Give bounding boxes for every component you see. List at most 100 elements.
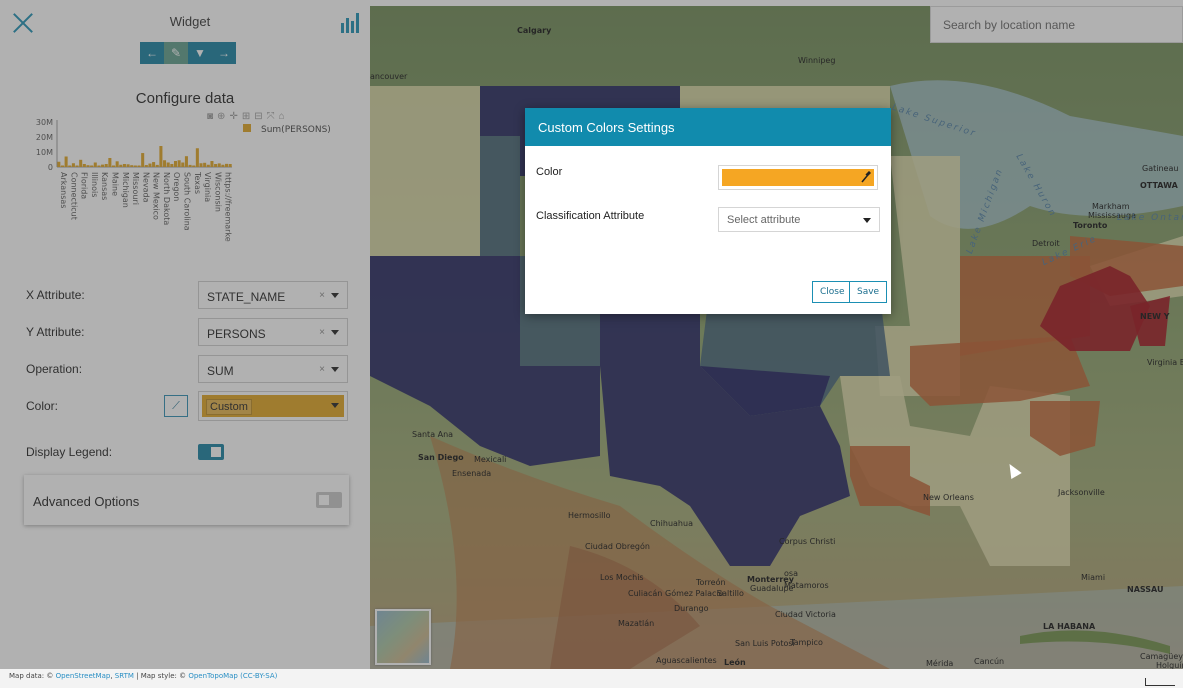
chart-bar[interactable]	[108, 158, 112, 167]
chart-bar[interactable]	[101, 164, 105, 167]
chart-bar[interactable]	[104, 164, 108, 167]
chart-bar[interactable]	[210, 161, 214, 167]
chart-bar[interactable]	[60, 165, 64, 168]
clear-icon[interactable]: ×	[319, 364, 325, 375]
chart-bar[interactable]	[115, 161, 119, 167]
location-search-input[interactable]	[931, 7, 1182, 42]
chart-bar[interactable]	[184, 156, 188, 167]
map-label-camaguey: Camagüey	[1140, 652, 1183, 661]
x-tick-label: New Mexico	[152, 172, 161, 220]
eyedropper-icon[interactable]	[861, 171, 871, 183]
chart-bar[interactable]	[90, 165, 94, 168]
map-label-chihuahua: Chihuahua	[650, 519, 693, 528]
chart-bar[interactable]	[126, 164, 130, 167]
srtm-link[interactable]: SRTM	[115, 672, 134, 680]
bar-chart: 30M 20M 10M 0 Arkansas Connecticut Florida Illi…	[36, 118, 331, 242]
chart-bar[interactable]	[93, 162, 97, 168]
map-label-san-diego: San Diego	[418, 453, 464, 462]
x-tick-label: Wisconsin	[213, 172, 222, 212]
chart-bar[interactable]	[75, 165, 79, 168]
close-button[interactable]: Close	[812, 281, 853, 303]
chart-bar[interactable]	[133, 165, 137, 168]
opentopomap-link[interactable]: OpenTopoMap	[188, 672, 238, 680]
chart-bar[interactable]	[64, 156, 68, 168]
chart-bar[interactable]	[137, 165, 141, 168]
chart-bar[interactable]	[148, 163, 152, 167]
chart-bar[interactable]	[166, 162, 170, 168]
chart-bar[interactable]	[122, 164, 126, 167]
map-view[interactable]: Calgary Winnipeg ancouver Gatineau OTTAW…	[370, 6, 1183, 669]
chart-bar[interactable]	[82, 164, 86, 167]
classification-attribute-select[interactable]: Select attribute	[718, 207, 880, 232]
chart-bar[interactable]	[119, 164, 123, 167]
bar-chart-icon[interactable]	[341, 13, 361, 33]
license-link[interactable]: (CC-BY-SA)	[238, 672, 277, 680]
map-search-box[interactable]	[930, 6, 1183, 43]
chevron-down-icon[interactable]	[331, 293, 339, 298]
map-label-gatineau: Gatineau	[1142, 164, 1179, 173]
chart-bar[interactable]	[68, 165, 72, 168]
chart-bar[interactable]	[130, 165, 134, 167]
clear-icon[interactable]: ×	[319, 290, 325, 301]
chart-bar[interactable]	[214, 164, 218, 167]
previous-step-button[interactable]: ←	[140, 42, 164, 64]
x-tick-label: https://freemarke	[224, 172, 233, 242]
color-select[interactable]: Custom	[198, 391, 348, 421]
x-tick-label: Maine	[110, 172, 119, 196]
configure-data-title: Configure data	[135, 90, 235, 107]
map-label-ciudad-victoria: Ciudad Victoria	[775, 610, 836, 619]
chevron-down-icon[interactable]	[331, 367, 339, 372]
chevron-down-icon[interactable]	[863, 218, 871, 223]
map-label-ottawa: OTTAWA	[1140, 181, 1178, 190]
chart-bar[interactable]	[195, 148, 199, 167]
chart-bar[interactable]	[97, 165, 101, 168]
color-picker[interactable]	[718, 165, 878, 190]
chart-bar[interactable]	[170, 164, 174, 167]
chart-bar[interactable]	[188, 164, 192, 167]
chart-bar[interactable]	[159, 146, 163, 167]
chart-bar[interactable]	[155, 164, 159, 167]
filter-step-button[interactable]: ▼	[188, 42, 212, 64]
osm-link[interactable]: OpenStreetMap	[56, 672, 111, 680]
chart-bar[interactable]	[177, 160, 181, 167]
chevron-down-icon[interactable]	[331, 403, 339, 408]
classification-attribute-label: Classification Attribute	[536, 210, 645, 222]
chart-bar[interactable]	[228, 164, 232, 167]
chart-bar[interactable]	[206, 164, 210, 167]
y-attribute-select[interactable]: PERSONS ×	[198, 318, 348, 346]
chart-bar[interactable]	[221, 164, 225, 167]
operation-select[interactable]: SUM ×	[198, 355, 348, 383]
chart-bar[interactable]	[192, 165, 196, 168]
chart-bar[interactable]	[217, 163, 221, 167]
close-icon[interactable]	[12, 12, 34, 34]
save-button[interactable]: Save	[849, 281, 888, 303]
display-legend-toggle[interactable]	[198, 444, 224, 460]
chart-bar[interactable]	[163, 160, 167, 167]
overview-minimap[interactable]	[375, 609, 431, 665]
x-attribute-select[interactable]: STATE_NAME ×	[198, 281, 348, 309]
chart-bar[interactable]	[141, 153, 145, 167]
chart-bar[interactable]	[181, 162, 185, 168]
chart-bar[interactable]	[111, 165, 116, 168]
chart-bar[interactable]	[203, 162, 207, 167]
configure-step-button[interactable]: ✎	[164, 42, 188, 64]
chart-bar[interactable]	[57, 161, 61, 167]
chart-bar[interactable]	[173, 161, 178, 167]
map-label-cancun: Cancún	[974, 657, 1005, 666]
advanced-options-toggle[interactable]	[316, 492, 342, 508]
chart-bar[interactable]	[79, 159, 83, 167]
color-field-label: Color	[536, 166, 563, 178]
chart-bar[interactable]	[225, 163, 229, 167]
chart-bar[interactable]	[86, 165, 90, 167]
chevron-down-icon[interactable]	[331, 330, 339, 335]
clear-icon[interactable]: ×	[319, 327, 325, 338]
advanced-options-panel[interactable]: Advanced Options	[24, 475, 349, 525]
chart-bar[interactable]	[152, 162, 156, 167]
map-attribution: Map data: © OpenStreetMap, SRTM | Map st…	[0, 669, 1183, 688]
chart-bar[interactable]	[71, 163, 75, 167]
map-label-santa-ana: Santa Ana	[412, 430, 454, 439]
chart-bar[interactable]	[199, 163, 203, 167]
chart-bar[interactable]	[144, 165, 148, 167]
next-step-button[interactable]: →	[212, 42, 236, 64]
edit-colors-button[interactable]: ⟋	[164, 395, 188, 417]
